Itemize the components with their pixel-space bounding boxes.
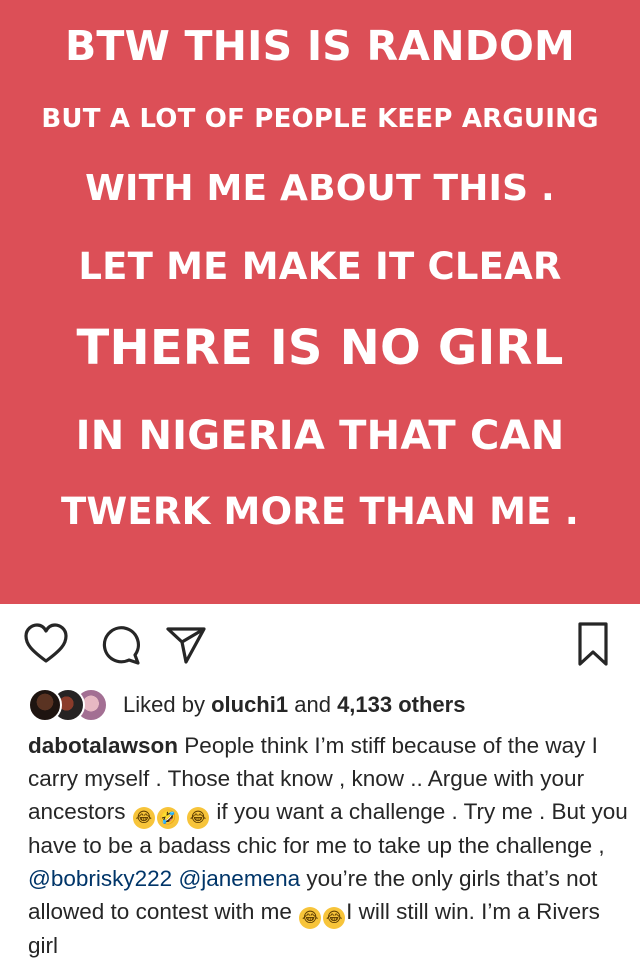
rofl-emoji: 🤣 (156, 807, 179, 829)
tears-of-joy-emoji: 😂 (132, 807, 155, 829)
post-image[interactable]: BTW THIS IS RANDOM BUT A LOT OF PEOPLE K… (0, 0, 640, 604)
post-actions (0, 620, 640, 670)
likes-prefix: Liked by (123, 692, 205, 717)
comment-icon[interactable] (95, 620, 145, 670)
post-text-line-3: WITH ME ABOUT THIS . (85, 168, 555, 209)
likes-middle: and (294, 692, 331, 717)
post-text-line-2: BUT A LOT OF PEOPLE KEEP ARGUING (41, 104, 599, 134)
post-text-line-5: THERE IS NO GIRL (76, 320, 564, 376)
likes-text[interactable]: Liked by oluchi1 and 4,133 others (123, 692, 465, 718)
post-text-line-4: LET ME MAKE IT CLEAR (78, 245, 562, 288)
liked-by-user[interactable]: oluchi1 (211, 692, 288, 717)
heart-icon[interactable] (21, 620, 71, 670)
tears-of-joy-emoji: 😂 (187, 807, 210, 829)
tears-of-joy-emoji: 😂 (299, 907, 322, 929)
share-icon[interactable] (160, 620, 210, 670)
likes-count[interactable]: 4,133 others (337, 692, 465, 717)
mention-link[interactable]: @janemena (178, 866, 300, 891)
caption-username[interactable]: dabotalawson (28, 733, 178, 758)
caption: dabotalawson People think I’m stiff beca… (28, 729, 628, 962)
post-text-line-6: IN NIGERIA THAT CAN (75, 413, 565, 459)
post-text-line-1: BTW THIS IS RANDOM (64, 22, 575, 70)
likes-row: Liked by oluchi1 and 4,133 others (28, 686, 465, 724)
avatar[interactable] (28, 688, 62, 722)
tears-of-joy-emoji: 😂 (323, 907, 346, 929)
bookmark-icon[interactable] (568, 620, 618, 670)
post-text-line-7: TWERK MORE THAN ME . (60, 490, 579, 533)
mention-link[interactable]: @bobrisky222 (28, 866, 172, 891)
